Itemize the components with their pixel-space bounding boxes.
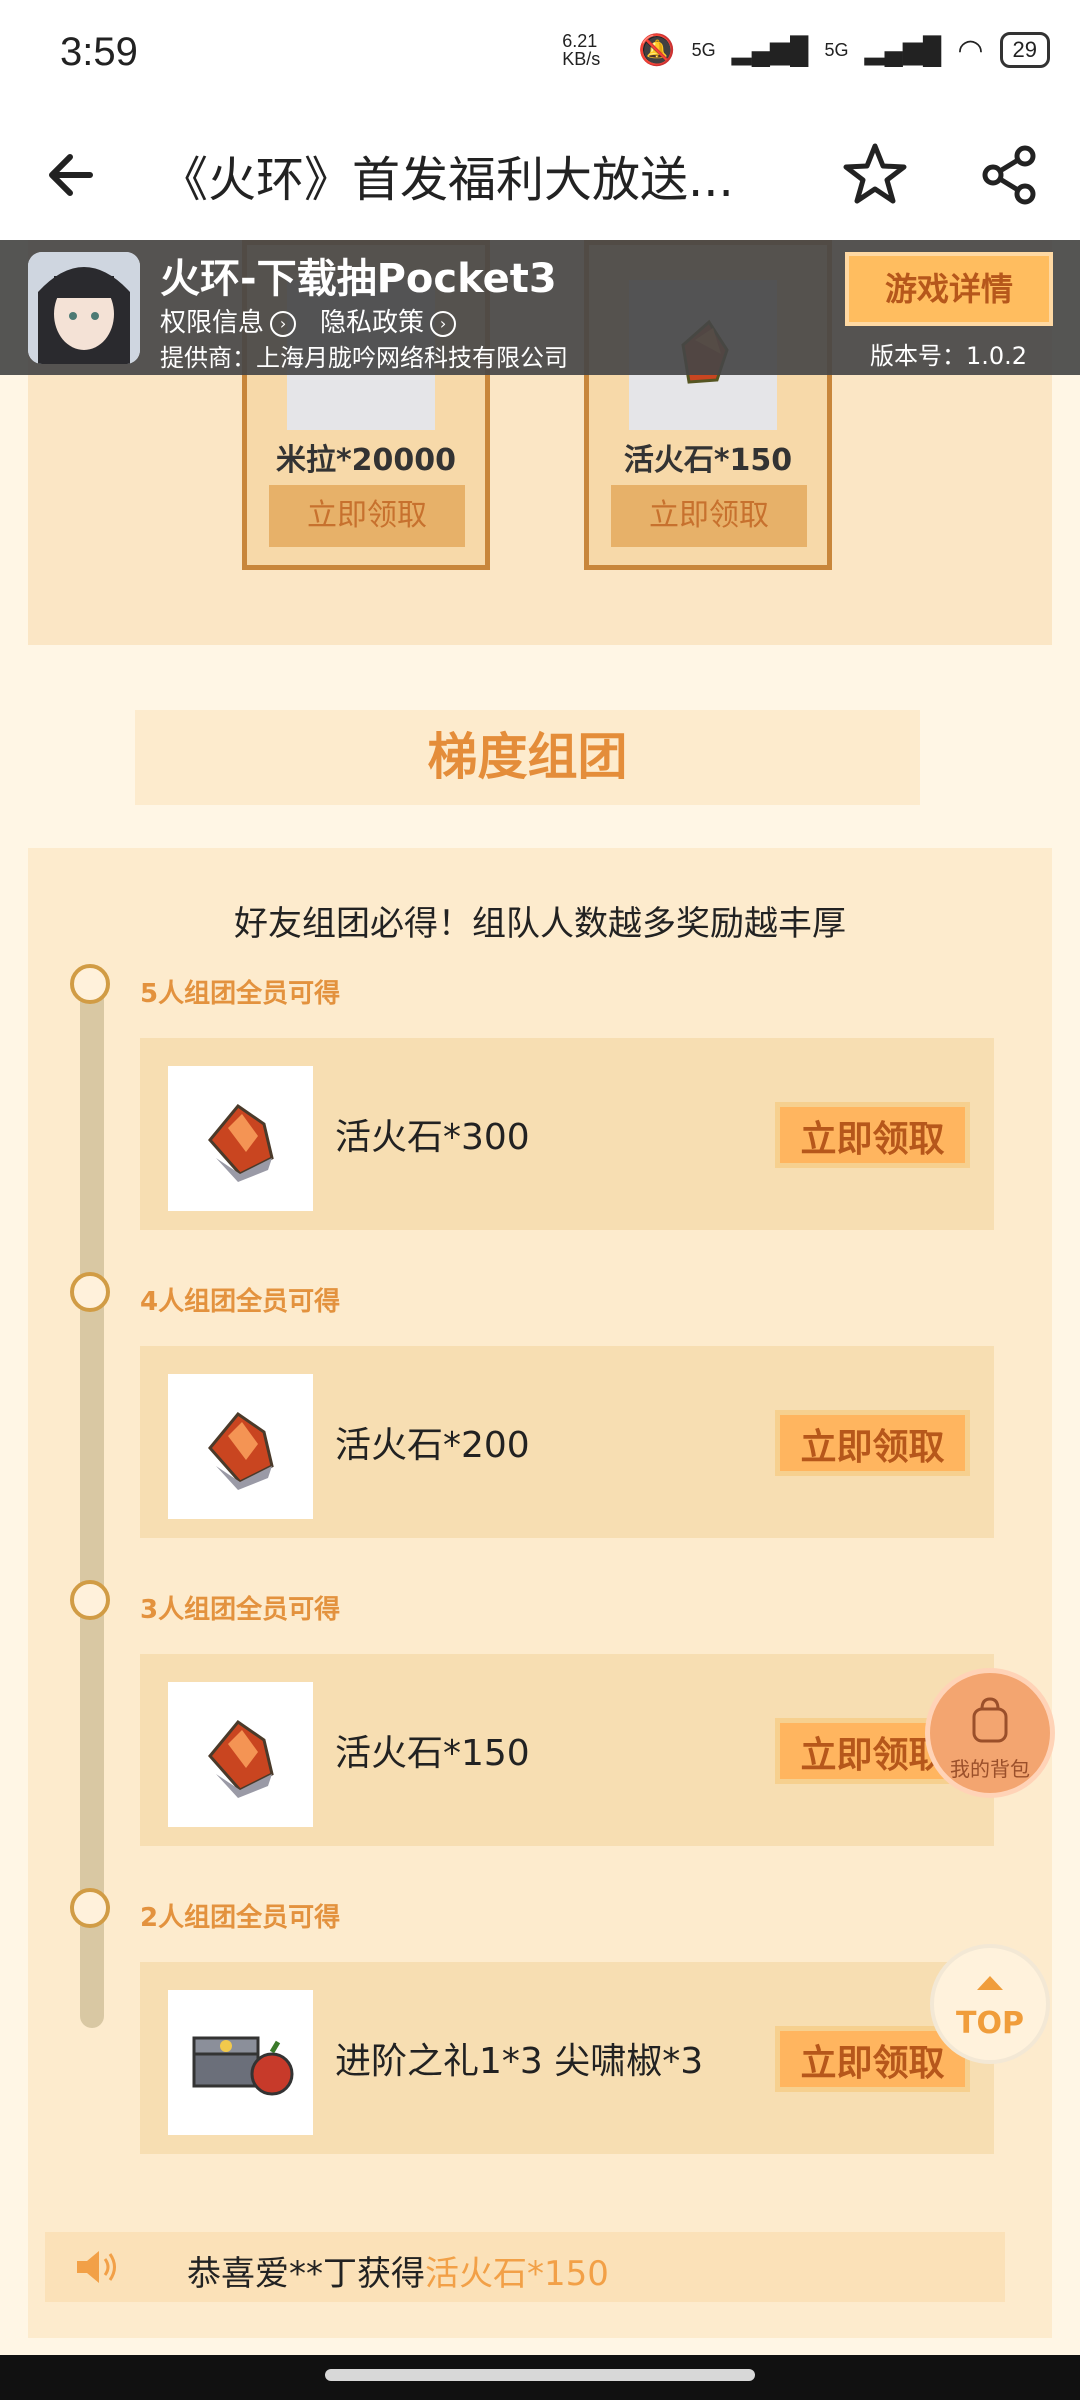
app-links: 权限信息 › 隐私政策 ›	[160, 302, 457, 339]
tier-card: 活火石*150 立即领取	[140, 1654, 994, 1846]
net-speed: 6.21 KB/s	[562, 31, 601, 69]
reward-name: 活火石*150	[623, 443, 793, 478]
signal-5g-label-1: 5G	[691, 39, 716, 60]
speaker-icon	[77, 2251, 116, 2283]
team-heading: 好友组团必得！组队人数越多奖励越丰厚	[234, 904, 846, 944]
app-version: 版本号：1.0.2	[870, 342, 1028, 370]
favorite-star-icon[interactable]	[840, 140, 910, 210]
reward-thumbnail	[168, 1066, 313, 1211]
treasure-chest-icon	[192, 2036, 294, 2096]
tier-card: 进阶之礼1*3 尖啸椒*3 立即领取	[140, 1962, 994, 2154]
ticker-message: 恭喜爱**丁获得活火石*150	[187, 2246, 609, 2295]
reward-thumbnail	[168, 1990, 313, 2135]
status-bar: 3:59 6.21 KB/s 🔕 5G ▂▄▆█ 5G ▂▄▆█ ◠ 29	[0, 0, 1080, 110]
timeline-node	[70, 1888, 110, 1928]
tier-label: 2人组团全员可得	[140, 1903, 341, 1933]
tier-reward-text: 进阶之礼1*3 尖啸椒*3	[335, 2041, 704, 2082]
section-title: 梯度组团	[135, 710, 920, 805]
fire-stone-icon	[208, 1103, 274, 1182]
tier-label: 3人组团全员可得	[140, 1595, 341, 1625]
back-to-top-button[interactable]: TOP	[930, 1944, 1050, 2064]
privacy-link[interactable]: 隐私政策 ›	[320, 302, 457, 339]
tier-card: 活火石*300 立即领取	[140, 1038, 994, 1230]
ticker-highlight: 活火石*150	[425, 2254, 609, 2294]
chevron-right-icon: ›	[430, 310, 457, 337]
app-info-banner: 火环-下载抽Pocket3 权限信息 › 隐私政策 › 提供商：上海月胧吟网络科技有…	[0, 240, 1080, 375]
top-label: TOP	[956, 2006, 1024, 2041]
ticker-prefix: 恭喜爱**丁获得	[187, 2254, 425, 2294]
mute-icon: 🔕	[638, 33, 676, 67]
tier-card: 活火石*200 立即领取	[140, 1346, 994, 1538]
timeline-node	[70, 1580, 110, 1620]
fire-stone-icon	[208, 1719, 274, 1798]
claim-button[interactable]: 立即领取	[775, 1102, 970, 1168]
signal-icon: ▂▄▆█	[731, 34, 809, 65]
reward-name: 米拉*20000	[275, 443, 457, 478]
top-nav: 《火环》首发福利大放送...	[0, 110, 1080, 240]
app-name: 火环-下载抽Pocket3	[160, 256, 557, 302]
game-details-button[interactable]: 游戏详情	[845, 252, 1053, 326]
tier-label: 4人组团全员可得	[140, 1287, 341, 1317]
my-backpack-button[interactable]: 我的背包	[925, 1668, 1055, 1798]
winner-ticker: 恭喜爱**丁获得活火石*150	[45, 2232, 1005, 2302]
chevron-right-icon: ›	[270, 310, 297, 337]
backpack-label: 我的背包	[950, 1757, 1030, 1781]
battery-indicator: 29	[999, 32, 1050, 68]
permissions-link[interactable]: 权限信息 ›	[160, 302, 297, 339]
wifi-icon: ◠	[957, 33, 984, 67]
claim-button[interactable]: 立即领取	[775, 1410, 970, 1476]
timeline-node	[70, 1272, 110, 1312]
app-avatar	[28, 252, 140, 364]
system-navigation-bar	[0, 2355, 1080, 2400]
backpack-icon	[972, 1697, 1008, 1743]
claim-button[interactable]: 立即领取	[611, 485, 807, 547]
signal-icon-2: ▂▄▆█	[864, 34, 942, 65]
timeline-node	[70, 964, 110, 1004]
signal-5g-label-2: 5G	[824, 39, 849, 60]
claim-button[interactable]: 立即领取	[269, 485, 465, 547]
arrow-up-icon	[977, 1976, 1003, 1990]
team-rewards-section: 好友组团必得！组队人数越多奖励越丰厚 5人组团全员可得 活火石*300 立即领取…	[28, 848, 1052, 2338]
tier-reward-text: 活火石*150	[335, 1733, 530, 1774]
reward-thumbnail	[168, 1682, 313, 1827]
home-indicator[interactable]	[325, 2369, 755, 2381]
tier-label: 5人组团全员可得	[140, 979, 341, 1009]
timeline-track	[80, 988, 104, 2028]
back-arrow-icon[interactable]	[40, 140, 110, 210]
tier-reward-text: 活火石*200	[335, 1425, 530, 1466]
reward-thumbnail	[168, 1374, 313, 1519]
app-provider: 提供商：上海月胧吟网络科技有限公司	[160, 344, 568, 372]
fire-stone-icon	[208, 1411, 274, 1490]
status-icons: 6.21 KB/s 🔕 5G ▂▄▆█ 5G ▂▄▆█ ◠ 29	[562, 32, 1050, 68]
page-title: 《火环》首发福利大放送...	[160, 152, 734, 208]
share-icon[interactable]	[975, 140, 1045, 210]
tier-reward-text: 活火石*300	[335, 1117, 530, 1158]
status-time: 3:59	[60, 30, 138, 74]
